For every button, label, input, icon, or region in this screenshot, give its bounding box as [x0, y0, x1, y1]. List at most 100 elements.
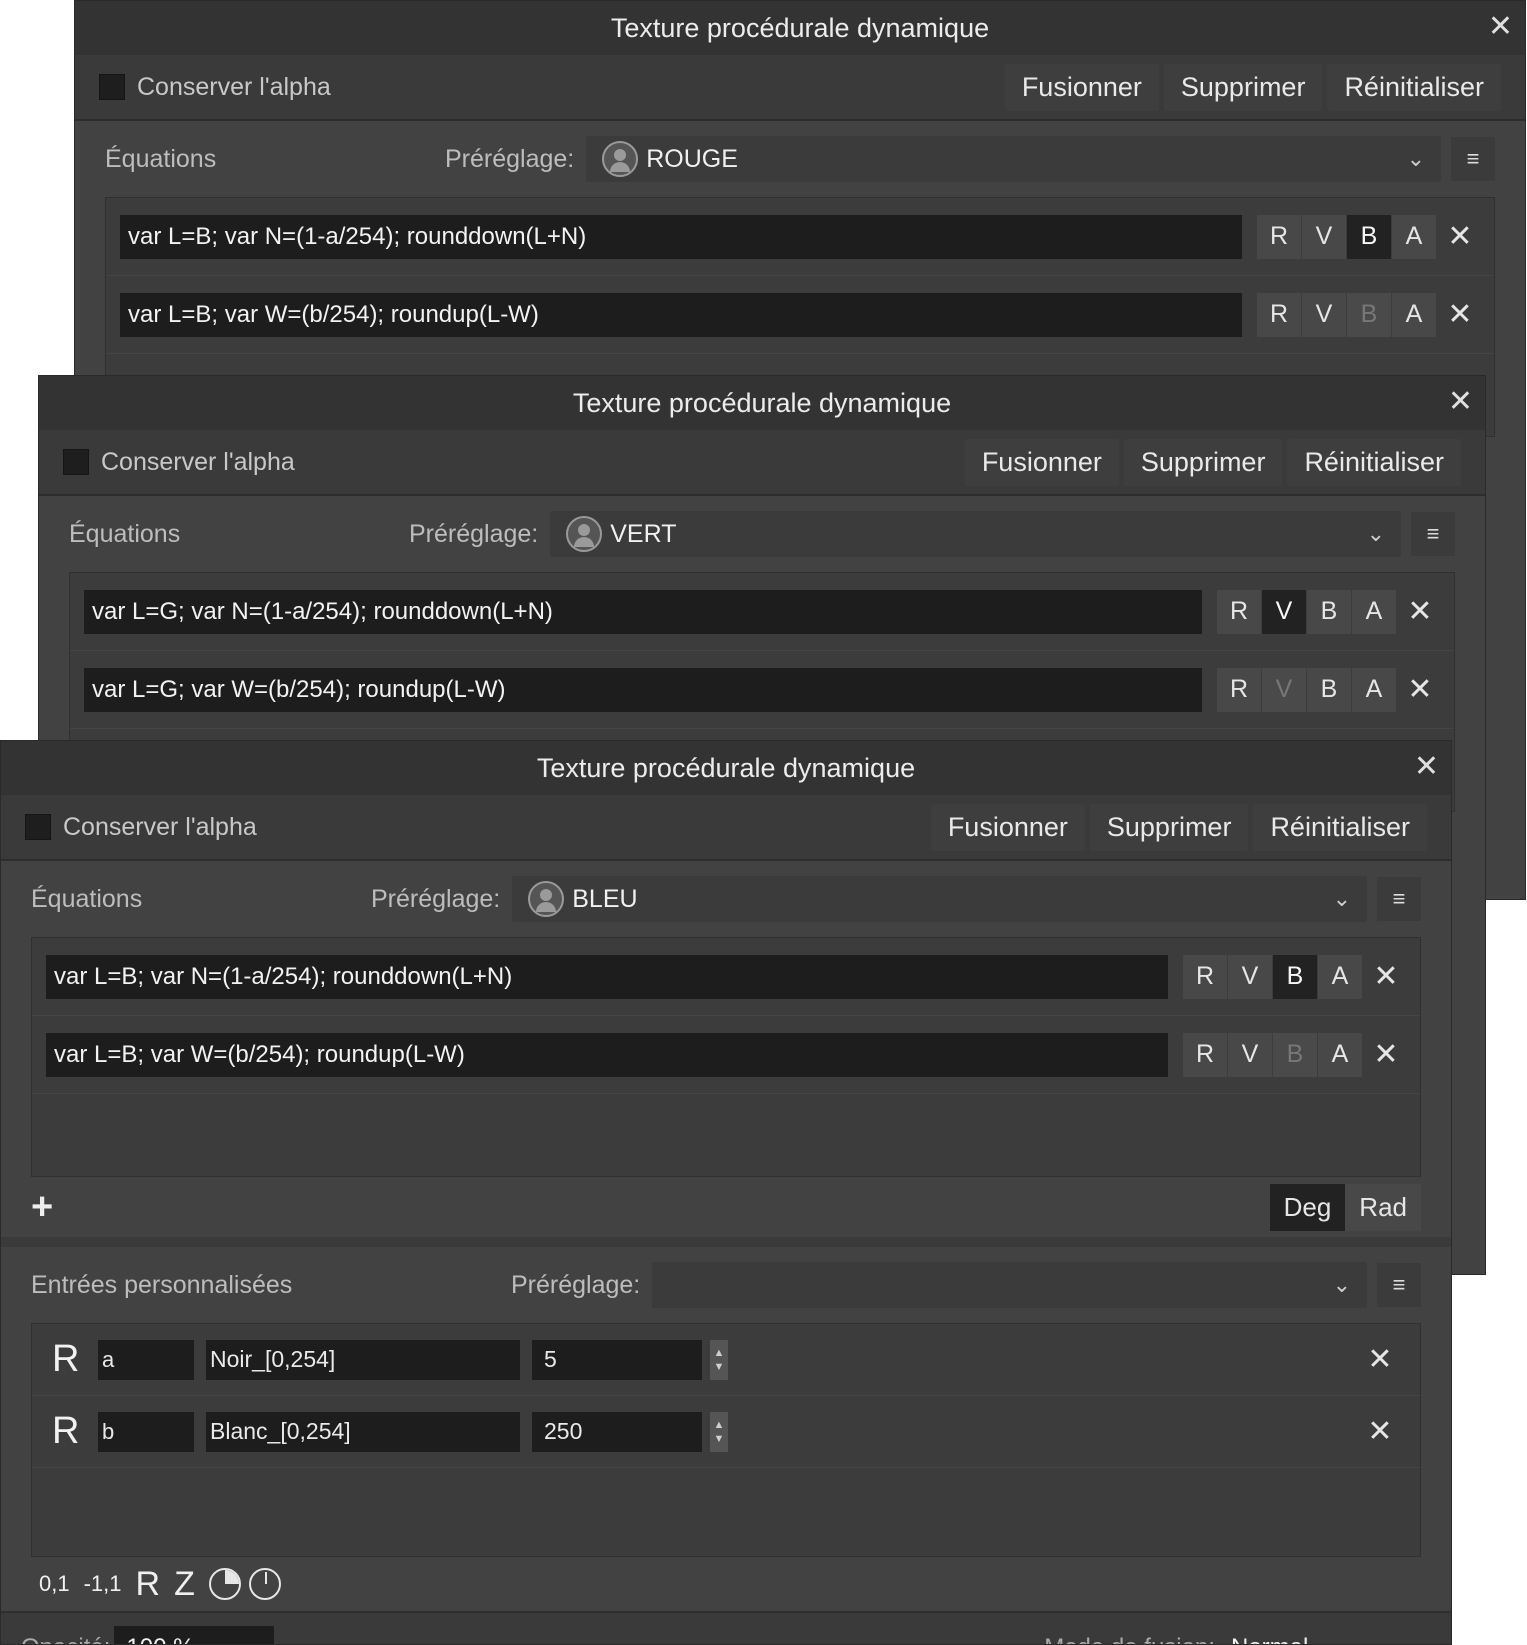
channel-b-toggle[interactable]: B [1347, 292, 1391, 337]
channel-b-toggle[interactable]: B [1273, 1032, 1317, 1077]
channel-v-toggle[interactable]: V [1262, 589, 1306, 634]
channel-v-toggle[interactable]: V [1228, 954, 1272, 999]
channel-a-toggle[interactable]: A [1392, 214, 1436, 259]
channel-b-toggle[interactable]: B [1307, 589, 1351, 634]
input-type[interactable]: R [52, 1410, 98, 1453]
equation-input[interactable]: var L=B; var N=(1-a/254); rounddown(L+N) [120, 214, 1242, 259]
menu-icon[interactable]: ≡ [1377, 877, 1421, 921]
value-stepper[interactable]: ▲ ▼ [710, 1411, 728, 1452]
remove-equation-icon[interactable]: ✕ [1400, 594, 1440, 629]
equation-input[interactable]: var L=G; var N=(1-a/254); rounddown(L+N) [84, 589, 1202, 634]
add-r-input-button[interactable]: R [136, 1565, 161, 1604]
menu-icon[interactable]: ≡ [1377, 1263, 1421, 1307]
input-value-field[interactable]: 5 [532, 1339, 702, 1380]
reset-button[interactable]: Réinitialiser [1287, 438, 1461, 486]
input-name-field[interactable]: b [98, 1411, 194, 1452]
delete-button[interactable]: Supprimer [1123, 438, 1283, 486]
remove-equation-icon[interactable]: ✕ [1366, 959, 1406, 994]
preset-label: Préréglage: [445, 144, 575, 173]
keep-alpha-checkbox[interactable] [63, 449, 89, 475]
input-type[interactable]: R [52, 1338, 98, 1381]
equations-header: Équations Préréglage: BLEU ⌄ ≡ [1, 861, 1451, 937]
add-equation-icon[interactable]: + [31, 1186, 53, 1229]
chevron-down-icon[interactable]: ▼ [714, 1360, 725, 1374]
equation-input[interactable]: var L=B; var N=(1-a/254); rounddown(L+N) [46, 954, 1168, 999]
deg-button[interactable]: Deg [1269, 1183, 1346, 1231]
remove-input-icon[interactable]: ✕ [1360, 1342, 1400, 1377]
angle-pie-icon[interactable] [208, 1568, 241, 1600]
custom-inputs-header: Entrées personnalisées Préréglage: ⌄ ≡ [1, 1247, 1451, 1323]
input-name-field[interactable]: a [98, 1339, 194, 1380]
value-stepper[interactable]: ▲ ▼ [710, 1339, 728, 1380]
preset-dropdown[interactable]: VERT ⌄ [550, 511, 1401, 557]
custom-inputs-list: R a Noir_[0,254] 5 ▲ ▼ ✕ R b Blanc_[0,254… [31, 1323, 1421, 1557]
channel-a-toggle[interactable]: A [1352, 667, 1396, 712]
keep-alpha-label: Conserver l'alpha [101, 447, 295, 476]
channel-v-toggle[interactable]: V [1302, 214, 1346, 259]
channel-r-toggle[interactable]: R [1183, 1032, 1227, 1077]
preset-dropdown[interactable]: ROUGE ⌄ [586, 136, 1441, 182]
channel-v-toggle[interactable]: V [1228, 1032, 1272, 1077]
channel-r-toggle[interactable]: R [1183, 954, 1227, 999]
range-neg1-1-button[interactable]: -1,1 [84, 1571, 122, 1597]
merge-button[interactable]: Fusionner [930, 803, 1085, 851]
delete-button[interactable]: Supprimer [1089, 803, 1249, 851]
input-label-field[interactable]: Blanc_[0,254] [206, 1411, 520, 1452]
remove-input-icon[interactable]: ✕ [1360, 1414, 1400, 1449]
channel-a-toggle[interactable]: A [1318, 954, 1362, 999]
menu-icon[interactable]: ≡ [1451, 137, 1495, 181]
equation-row: var L=B; var W=(b/254); roundup(L-W) R V… [32, 1016, 1420, 1094]
equation-input[interactable]: var L=B; var W=(b/254); roundup(L-W) [120, 292, 1242, 337]
close-icon[interactable]: ✕ [1448, 384, 1473, 419]
channel-a-toggle[interactable]: A [1352, 589, 1396, 634]
channel-v-toggle[interactable]: V [1262, 667, 1306, 712]
opacity-dropdown[interactable]: 100 % ⌄ [114, 1626, 275, 1644]
remove-equation-icon[interactable]: ✕ [1400, 672, 1440, 707]
channel-a-toggle[interactable]: A [1392, 292, 1436, 337]
keep-alpha-checkbox[interactable] [99, 74, 125, 100]
equation-input[interactable]: var L=B; var W=(b/254); roundup(L-W) [46, 1032, 1168, 1077]
close-icon[interactable]: ✕ [1488, 9, 1513, 44]
rad-button[interactable]: Rad [1345, 1183, 1421, 1231]
merge-button[interactable]: Fusionner [964, 438, 1119, 486]
channel-a-toggle[interactable]: A [1318, 1032, 1362, 1077]
reset-button[interactable]: Réinitialiser [1253, 803, 1427, 851]
menu-icon[interactable]: ≡ [1411, 512, 1455, 556]
channel-r-toggle[interactable]: R [1217, 667, 1261, 712]
chevron-down-icon: ⌄ [1406, 146, 1425, 171]
channel-b-toggle[interactable]: B [1273, 954, 1317, 999]
chevron-down-icon[interactable]: ▼ [714, 1432, 725, 1446]
delete-button[interactable]: Supprimer [1163, 63, 1323, 111]
add-z-input-button[interactable]: Z [174, 1565, 195, 1604]
remove-equation-icon[interactable]: ✕ [1440, 297, 1480, 332]
close-icon[interactable]: ✕ [1414, 749, 1439, 784]
chevron-up-icon[interactable]: ▲ [714, 1346, 725, 1360]
blend-mode-dropdown[interactable]: Normal ⌄ [1219, 1626, 1431, 1644]
channel-v-toggle[interactable]: V [1302, 292, 1346, 337]
remove-equation-icon[interactable]: ✕ [1366, 1037, 1406, 1072]
range-0-1-button[interactable]: 0,1 [39, 1571, 70, 1597]
preset-avatar-icon [528, 881, 565, 917]
channel-r-toggle[interactable]: R [1217, 589, 1261, 634]
merge-button[interactable]: Fusionner [1004, 63, 1159, 111]
title-bar[interactable]: Texture procédurale dynamique ✕ [39, 376, 1485, 430]
channel-b-toggle[interactable]: B [1347, 214, 1391, 259]
reset-button[interactable]: Réinitialiser [1327, 63, 1501, 111]
custom-preset-dropdown[interactable]: ⌄ [652, 1262, 1367, 1308]
channel-b-toggle[interactable]: B [1307, 667, 1351, 712]
preset-dropdown[interactable]: BLEU ⌄ [512, 876, 1367, 922]
channel-r-toggle[interactable]: R [1257, 292, 1301, 337]
equation-input[interactable]: var L=G; var W=(b/254); roundup(L-W) [84, 667, 1202, 712]
title-bar[interactable]: Texture procédurale dynamique ✕ [75, 1, 1525, 55]
equation-row: var L=B; var N=(1-a/254); rounddown(L+N)… [32, 938, 1420, 1016]
title-bar[interactable]: Texture procédurale dynamique ✕ [1, 741, 1451, 795]
input-value-field[interactable]: 250 [532, 1411, 702, 1452]
input-label-field[interactable]: Noir_[0,254] [206, 1339, 520, 1380]
channel-r-toggle[interactable]: R [1257, 214, 1301, 259]
chevron-up-icon[interactable]: ▲ [714, 1418, 725, 1432]
remove-equation-icon[interactable]: ✕ [1440, 219, 1480, 254]
angle-dial-icon[interactable] [248, 1568, 281, 1600]
dialog-bleu: Texture procédurale dynamique ✕ Conserve… [0, 740, 1452, 1645]
chevron-down-icon: ⌄ [244, 1635, 262, 1644]
keep-alpha-checkbox[interactable] [25, 814, 51, 840]
